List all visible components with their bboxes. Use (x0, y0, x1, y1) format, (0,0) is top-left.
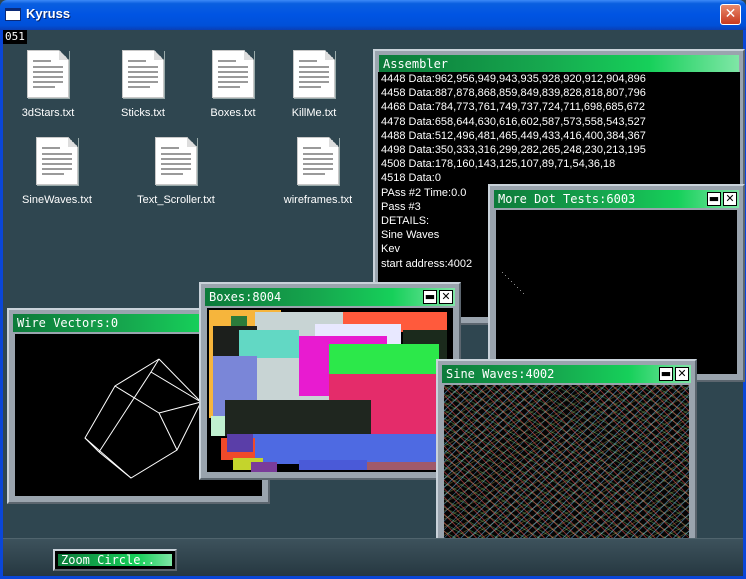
text-file-icon (122, 50, 164, 98)
minimize-button[interactable]: ▬ (659, 367, 673, 381)
file-icon-sticks[interactable]: Sticks.txt (98, 50, 188, 119)
file-label: 3dStars.txt (21, 107, 75, 119)
sine-waves-canvas (444, 385, 689, 540)
text-file-icon (212, 50, 254, 98)
file-label: KillMe.txt (291, 107, 337, 119)
boxes-canvas (207, 308, 453, 472)
dot-trail (502, 272, 524, 294)
file-icon-sinewaves[interactable]: SineWaves.txt (12, 137, 102, 206)
file-icon-3dstars[interactable]: 3dStars.txt (3, 50, 93, 119)
file-icon-boxes[interactable]: Boxes.txt (188, 50, 278, 119)
assembler-titlebar[interactable]: Assembler (379, 55, 739, 73)
assembler-line: 4488 Data:512,496,481,465,449,433,416,40… (381, 129, 646, 142)
assembler-line: 4448 Data:962,956,949,943,935,928,920,91… (381, 73, 646, 85)
text-file-icon (27, 50, 69, 98)
app-window-icon (5, 8, 21, 21)
assembler-line: 4498 Data:350,333,316,299,282,265,248,23… (381, 144, 646, 157)
file-icon-text-scroller[interactable]: Text_Scroller.txt (131, 137, 221, 206)
taskbar: Zoom Circle.. (3, 538, 743, 576)
close-button[interactable]: ✕ (723, 192, 737, 206)
dot-tests-titlebar[interactable]: More Dot Tests:6003 ▬ ✕ (494, 190, 739, 208)
frame-counter: 051 (3, 30, 27, 44)
random-boxes (207, 308, 453, 472)
text-file-icon (155, 137, 197, 185)
file-icon-wireframes[interactable]: wireframes.txt (273, 137, 363, 206)
close-window-button[interactable]: ✕ (720, 4, 741, 25)
text-file-icon (36, 137, 78, 185)
dot-tests-title: More Dot Tests:6003 (498, 192, 636, 206)
dot-tests-window[interactable]: More Dot Tests:6003 ▬ ✕ (488, 184, 745, 382)
minimize-button[interactable]: ▬ (423, 290, 437, 304)
file-label: Sticks.txt (120, 107, 165, 119)
file-icon-killme[interactable]: KillMe.txt (269, 50, 359, 119)
taskbar-button-label: Zoom Circle.. (58, 554, 172, 566)
file-label: wireframes.txt (283, 194, 353, 206)
window-title: Kyruss (26, 6, 71, 21)
sine-waves-titlebar[interactable]: Sine Waves:4002 ▬ ✕ (442, 365, 691, 383)
sine-waves-title: Sine Waves:4002 (446, 367, 555, 381)
text-file-icon (297, 137, 339, 185)
taskbar-button-zoom-circle[interactable]: Zoom Circle.. (53, 549, 177, 571)
minimize-button[interactable]: ▬ (707, 192, 721, 206)
file-label: Boxes.txt (210, 107, 256, 119)
close-button[interactable]: ✕ (675, 367, 689, 381)
assembler-line: 4508 Data:178,160,143,125,107,89,71,54,3… (381, 158, 616, 171)
window-titlebar[interactable]: Kyruss ✕ (0, 0, 746, 30)
text-file-icon (293, 50, 335, 98)
assembler-line: 4478 Data:658,644,630,616,602,587,573,55… (381, 115, 646, 128)
file-label: SineWaves.txt (22, 194, 92, 206)
sine-waves-window[interactable]: Sine Waves:4002 ▬ ✕ (436, 359, 697, 542)
file-label: Text_Scroller.txt (137, 194, 215, 206)
boxes-window[interactable]: Boxes:8004 ▬ ✕ (199, 282, 461, 480)
dot-tests-canvas (496, 210, 737, 374)
close-button[interactable]: ✕ (439, 290, 453, 304)
boxes-title: Boxes:8004 (209, 290, 282, 304)
boxes-titlebar[interactable]: Boxes:8004 ▬ ✕ (205, 288, 455, 306)
assembler-line: 4458 Data:887,878,868,859,849,839,828,81… (381, 87, 646, 100)
assembler-line: 4468 Data:784,773,761,749,737,724,711,69… (381, 101, 646, 114)
